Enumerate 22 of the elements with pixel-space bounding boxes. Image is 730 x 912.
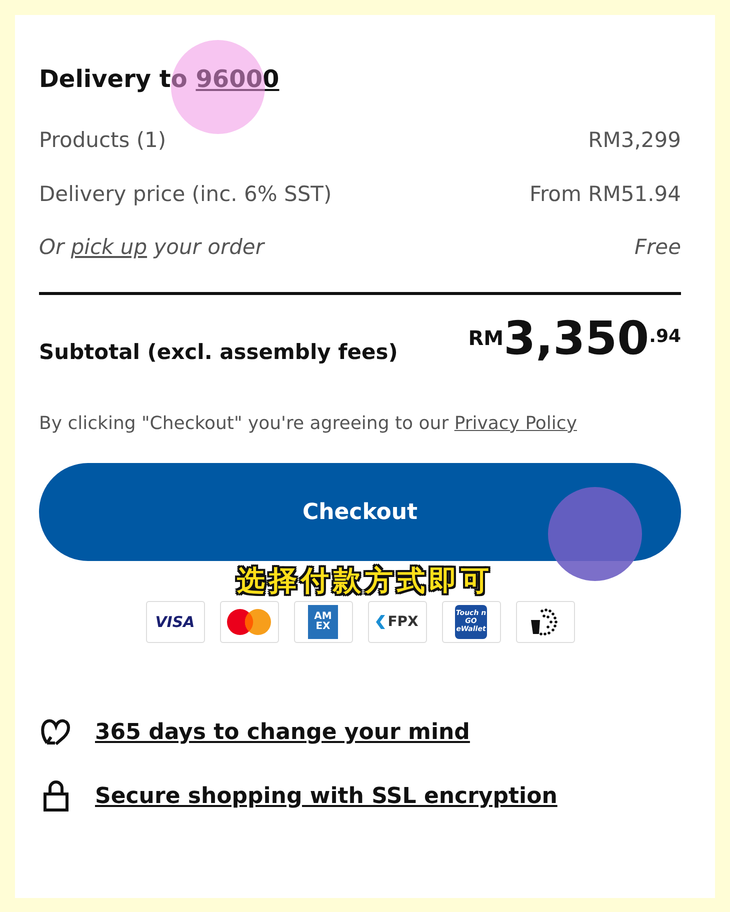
assurance-link[interactable]: Secure shopping with SSL encryption — [95, 780, 558, 812]
amex-logo: AM EX — [294, 601, 352, 643]
checkout-button[interactable]: Checkout — [39, 463, 681, 561]
agreement-text: By clicking "Checkout" you're agreeing to our Privacy Policy — [39, 412, 578, 436]
postcode-link[interactable]: 96000 — [196, 65, 280, 93]
fpx-logo: FPX — [368, 601, 426, 643]
summary-label: Products (1) — [39, 127, 166, 154]
privacy-policy-link[interactable]: Privacy Policy — [454, 413, 577, 434]
delivery-heading: Delivery to 96000 — [39, 64, 280, 95]
visa-logo: VISA — [146, 601, 204, 643]
pickup-note: Or pick up your order — [39, 234, 264, 261]
pickup-link[interactable]: pick up — [70, 235, 148, 259]
subtotal-amount: 3,350 — [504, 314, 650, 360]
video-caption: 选择付款方式即可 — [237, 564, 493, 597]
summary-value: RM3,299 — [588, 127, 681, 154]
subtotal-label: Subtotal (excl. assembly fees) — [39, 338, 398, 366]
assurance-link[interactable]: 365 days to change your mind — [95, 716, 470, 748]
summary-label: Delivery price (inc. 6% SST) — [39, 180, 332, 208]
subtotal-cents: .94 — [649, 324, 681, 348]
summary-value: From RM51.94 — [529, 180, 681, 208]
currency-label: RM — [468, 324, 504, 352]
summary-value: Free — [634, 234, 681, 261]
